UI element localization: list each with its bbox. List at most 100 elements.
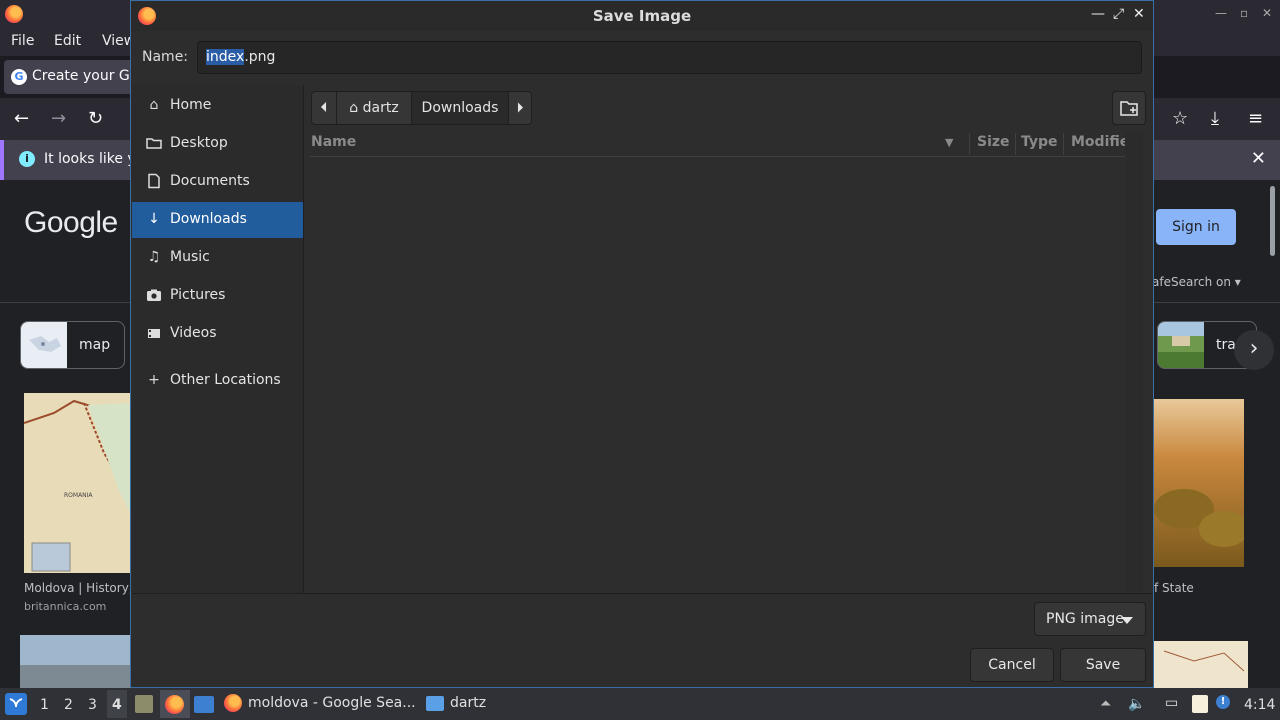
column-header-type[interactable]: Type xyxy=(1021,134,1058,150)
music-icon: ♫ xyxy=(147,249,161,265)
filename-selected-text: index xyxy=(206,49,245,65)
cancel-button[interactable]: Cancel xyxy=(970,648,1054,682)
folder-icon xyxy=(146,135,162,151)
notes-icon[interactable] xyxy=(1192,695,1208,713)
reload-icon[interactable]: ↻ xyxy=(88,108,103,129)
menu-file[interactable]: File xyxy=(11,33,34,49)
sidebar-item-label: Pictures xyxy=(170,287,226,303)
city-image[interactable] xyxy=(20,635,130,688)
taskbar-task-firefox[interactable]: moldova - Google Sea... xyxy=(220,690,418,718)
sidebar-item-documents[interactable]: Documents xyxy=(132,164,303,200)
plus-icon: + xyxy=(148,372,160,388)
taskbar-task-dartz[interactable]: dartz xyxy=(422,690,512,718)
column-separator xyxy=(969,133,970,155)
header-divider xyxy=(310,156,1125,157)
video-icon xyxy=(146,325,162,341)
sidebar-item-home[interactable]: ⌂ Home xyxy=(132,88,303,124)
path-scroll-left-icon[interactable]: ⏴ xyxy=(311,91,337,125)
clock[interactable]: 4:14 xyxy=(1244,697,1275,713)
forward-icon[interactable]: → xyxy=(51,108,66,129)
filter-chip-map[interactable]: map xyxy=(20,321,125,369)
minimize-icon[interactable]: — xyxy=(1215,6,1227,20)
column-header-size[interactable]: Size xyxy=(977,134,1010,150)
signin-button[interactable]: Sign in xyxy=(1156,209,1236,245)
chip-label: tra xyxy=(1216,337,1236,353)
google-logo[interactable]: Google xyxy=(24,206,118,240)
downloads-icon[interactable]: ⤓ xyxy=(1211,108,1219,129)
tab-title: Create your Go xyxy=(32,68,139,84)
page-scrollbar[interactable] xyxy=(1270,186,1275,256)
path-scroll-right-icon[interactable]: ⏵ xyxy=(508,91,532,125)
sidebar-item-label: Home xyxy=(170,97,212,113)
sidebar-item-label: Videos xyxy=(170,325,217,341)
chip-thumbnail xyxy=(1158,322,1204,368)
update-notification-icon[interactable]: ! xyxy=(1216,695,1230,709)
column-header-modified[interactable]: Modifie xyxy=(1071,134,1129,150)
close-icon[interactable]: ✕ xyxy=(1133,6,1145,22)
chip-label: map xyxy=(79,337,111,353)
firefox-launcher-icon[interactable] xyxy=(165,695,184,714)
bookmark-star-icon[interactable]: ☆ xyxy=(1172,108,1188,129)
tray-arrow-icon[interactable]: ⏶ xyxy=(1100,696,1111,712)
close-icon[interactable]: ✕ xyxy=(1262,6,1272,20)
safesearch-toggle[interactable]: afeSearch on ▾ xyxy=(1152,275,1241,289)
filter-label: PNG image xyxy=(1046,611,1124,627)
sidebar-item-desktop[interactable]: Desktop xyxy=(132,126,303,162)
result-title[interactable]: f State xyxy=(1154,581,1194,595)
column-separator xyxy=(1015,133,1016,155)
workspace-4[interactable]: 4 xyxy=(112,697,122,713)
display-icon[interactable]: ▭ xyxy=(1165,695,1178,711)
landscape-image[interactable] xyxy=(1154,399,1244,567)
result-title[interactable]: Moldova | History, F xyxy=(24,581,143,595)
chevron-right-icon[interactable]: › xyxy=(1234,330,1274,370)
filename-input[interactable]: index.png xyxy=(197,41,1142,74)
map-image[interactable]: ROMANIA xyxy=(24,393,130,573)
menu-edit[interactable]: Edit xyxy=(54,33,81,49)
map-label: ROMANIA xyxy=(64,492,93,499)
workspace-1[interactable]: 1 xyxy=(40,697,49,713)
minimize-icon[interactable]: — xyxy=(1091,6,1105,22)
file-list-scrollbar[interactable] xyxy=(1125,132,1143,592)
sidebar-item-music[interactable]: ♫ Music xyxy=(132,240,303,276)
new-folder-button[interactable] xyxy=(1112,91,1146,125)
menu-hamburger-icon[interactable]: ≡ xyxy=(1248,108,1263,129)
home-icon: ⌂ xyxy=(349,100,363,116)
result-source: britannica.com xyxy=(24,600,107,613)
dialog-title: Save Image xyxy=(592,7,692,25)
name-label: Name: xyxy=(142,49,189,65)
sort-descending-icon[interactable]: ▼ xyxy=(945,136,953,149)
dialog-titlebar: Save Image — ⤢ ✕ xyxy=(131,1,1153,31)
sidebar-item-other-locations[interactable]: + Other Locations xyxy=(132,363,303,399)
workspace-3[interactable]: 3 xyxy=(88,697,97,713)
maximize-icon[interactable]: ▫ xyxy=(1240,6,1248,20)
volume-icon[interactable]: 🔈 xyxy=(1128,696,1145,712)
places-sidebar: ⌂ Home Desktop Documents ↓ Downloads ♫ M… xyxy=(132,85,304,593)
file-type-filter[interactable]: PNG image xyxy=(1034,602,1146,636)
taskbar xyxy=(0,688,1280,720)
path-button-downloads[interactable]: Downloads xyxy=(411,91,509,125)
folder-icon xyxy=(426,696,444,711)
workspace-2[interactable]: 2 xyxy=(64,697,73,713)
chevron-down-icon xyxy=(1121,617,1133,624)
save-button[interactable]: Save xyxy=(1060,648,1146,682)
app-menu-icon[interactable] xyxy=(5,693,27,715)
sidebar-item-pictures[interactable]: Pictures xyxy=(132,278,303,314)
info-icon: i xyxy=(19,151,35,167)
download-icon: ↓ xyxy=(148,211,160,227)
sidebar-item-videos[interactable]: Videos xyxy=(132,316,303,352)
map-image-2[interactable] xyxy=(1154,641,1248,688)
sidebar-item-label: Documents xyxy=(170,173,250,189)
google-favicon-icon: G xyxy=(11,69,27,85)
desktop-launcher-icon[interactable] xyxy=(194,696,214,713)
file-manager-launcher-icon[interactable] xyxy=(135,695,153,713)
sidebar-item-label: Music xyxy=(170,249,210,265)
back-icon[interactable]: ← xyxy=(14,108,29,129)
maximize-icon[interactable]: ⤢ xyxy=(1113,6,1124,22)
column-header-name[interactable]: Name xyxy=(311,134,356,150)
sidebar-item-label: Desktop xyxy=(170,135,228,151)
sidebar-item-downloads[interactable]: ↓ Downloads xyxy=(132,202,303,238)
file-list[interactable]: Name ▼ Size Type Modifie xyxy=(305,132,1129,592)
close-notification-icon[interactable]: ✕ xyxy=(1251,148,1266,169)
path-button-home[interactable]: ⌂ dartz xyxy=(336,91,412,125)
column-separator xyxy=(1063,133,1064,155)
